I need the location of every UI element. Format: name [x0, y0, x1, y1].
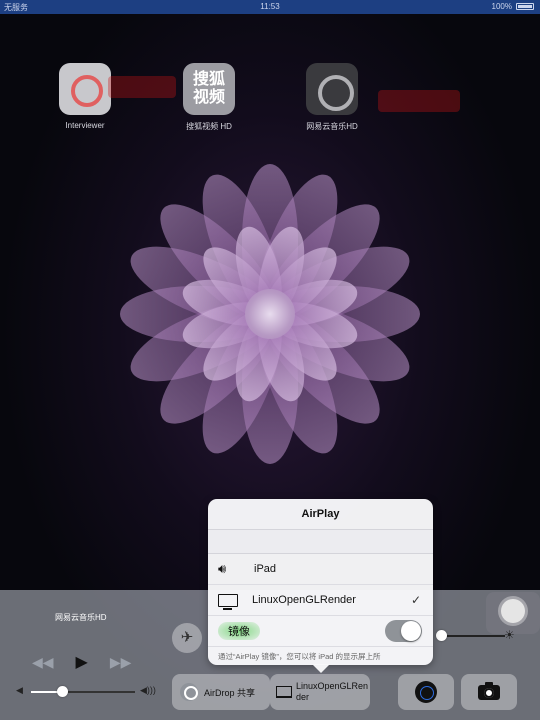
airplay-popover: AirPlay 🔊︎ iPad LinuxOpenGLRender ✓ 镜像 通…	[208, 499, 433, 665]
sohu-video-app-icon: 搜狐 视频	[183, 63, 235, 115]
speaker-icon: 🔊︎	[218, 561, 227, 576]
volume-slider[interactable]: ◀ ◀)))	[16, 685, 156, 699]
brightness-sun-icon: ☀	[504, 628, 515, 642]
clock: 11:53	[260, 2, 280, 11]
battery-icon	[516, 3, 534, 10]
device-row-linuxopenglrender[interactable]: LinuxOpenGLRender ✓	[208, 585, 433, 616]
camera-button[interactable]	[461, 674, 517, 710]
next-track-button[interactable]: ▶▶	[110, 654, 132, 671]
battery-percent: 100%	[491, 2, 512, 11]
mirroring-toggle[interactable]	[385, 620, 422, 642]
mirroring-description: 通过“AirPlay 镜像”，您可以将 iPad 的显示屏上所	[218, 652, 381, 661]
app-label: 网易云音乐HD	[306, 122, 358, 131]
airdrop-icon	[180, 683, 198, 701]
previous-track-button[interactable]: ◀◀	[32, 654, 54, 671]
app-netease-music[interactable]: 网易云音乐HD	[297, 63, 367, 132]
popover-spacer	[208, 530, 433, 554]
app-label: 搜狐视频 HD	[186, 122, 232, 131]
airplay-button[interactable]: LinuxOpenGLRen der	[270, 674, 370, 710]
checkmark-icon: ✓	[410, 593, 421, 607]
app-sohu-video[interactable]: 搜狐 视频 搜狐视频 HD	[174, 63, 244, 132]
device-label: iPad	[254, 563, 277, 575]
red-blur-artifact	[108, 76, 176, 98]
volume-low-icon: ◀	[16, 685, 23, 695]
timer-button[interactable]	[398, 674, 454, 710]
airplay-label-line2: der	[296, 692, 310, 702]
popover-arrow	[312, 664, 330, 673]
battery-indicator: 100%	[492, 2, 534, 11]
volume-high-icon: ◀)))	[140, 685, 156, 695]
airdrop-button[interactable]: AirDrop 共享	[172, 674, 270, 710]
tv-icon	[218, 593, 238, 610]
camera-icon	[478, 681, 500, 700]
device-row-ipad[interactable]: 🔊︎ iPad	[208, 554, 433, 585]
airplay-icon	[276, 686, 292, 698]
toggle-knob	[401, 621, 421, 641]
timer-icon	[415, 681, 437, 703]
airplay-label: LinuxOpenGLRen der	[296, 681, 368, 703]
device-label: LinuxOpenGLRender	[252, 594, 356, 606]
mirroring-label: 镜像	[218, 622, 260, 640]
flower-center	[245, 289, 295, 339]
popover-title: AirPlay	[208, 499, 433, 530]
now-playing-app: 网易云音乐HD	[55, 613, 107, 622]
play-button[interactable]: ▶	[76, 652, 88, 672]
red-blur-artifact	[378, 90, 460, 112]
airplane-mode-toggle[interactable]: ✈	[172, 623, 202, 653]
mirroring-row: 镜像	[208, 616, 433, 647]
volume-knob[interactable]	[57, 686, 69, 697]
sohu-icon-text-bottom: 视频	[192, 89, 225, 106]
airdrop-label: AirDrop 共享	[204, 687, 256, 698]
app-label: Interviewer	[65, 121, 105, 130]
airplay-label-line1: LinuxOpenGLRen	[296, 681, 369, 692]
sohu-icon-text-top: 搜狐	[192, 71, 225, 89]
brightness-slider-knob[interactable]	[436, 630, 447, 641]
status-bar: 无服务 11:53 100%	[0, 0, 540, 14]
interviewer-app-icon	[59, 63, 111, 115]
netease-music-app-icon	[306, 63, 358, 115]
brightness-slider-track[interactable]	[440, 635, 505, 637]
media-transport: ◀◀ ▶ ▶▶	[32, 652, 131, 672]
